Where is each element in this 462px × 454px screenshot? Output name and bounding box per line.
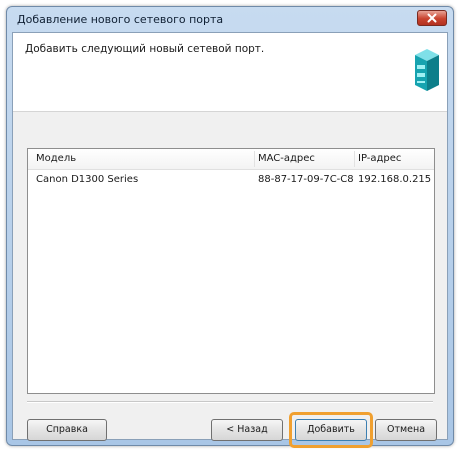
help-button[interactable]: Справка — [27, 419, 107, 441]
cell-ip: 192.168.0.215 — [358, 174, 432, 185]
column-header-model[interactable]: Модель — [36, 153, 76, 164]
port-list[interactable]: Модель MAC-адрес IP-адрес Canon D1300 Se… — [27, 148, 435, 394]
wizard-header: Добавить следующий новый сетевой порт. — [13, 33, 447, 112]
add-button[interactable]: Добавить — [295, 419, 367, 441]
cell-mac: 88-87-17-09-7C-C8 — [258, 174, 354, 185]
list-header: Модель MAC-адрес IP-адрес — [28, 149, 434, 170]
column-separator[interactable] — [354, 151, 355, 167]
dialog-window: Добавление нового сетевого порта Добавит… — [6, 6, 454, 448]
dialog-body: Добавить следующий новый сетевой порт. М… — [12, 32, 448, 448]
column-separator[interactable] — [254, 151, 255, 167]
close-icon — [427, 13, 437, 23]
back-button[interactable]: < Назад — [211, 419, 283, 441]
cancel-button[interactable]: Отмена — [375, 419, 437, 441]
column-header-ip[interactable]: IP-адрес — [358, 153, 401, 164]
table-row[interactable]: Canon D1300 Series 88-87-17-09-7C-C8 192… — [28, 171, 434, 189]
header-text: Добавить следующий новый сетевой порт. — [25, 43, 265, 55]
title-bar[interactable]: Добавление нового сетевого порта — [7, 7, 453, 31]
window-title: Добавление нового сетевого порта — [17, 13, 224, 26]
cell-model: Canon D1300 Series — [36, 174, 139, 185]
divider — [27, 401, 433, 403]
column-header-mac[interactable]: MAC-адрес — [258, 153, 315, 164]
network-port-icon — [415, 49, 439, 91]
close-button[interactable] — [417, 10, 447, 26]
